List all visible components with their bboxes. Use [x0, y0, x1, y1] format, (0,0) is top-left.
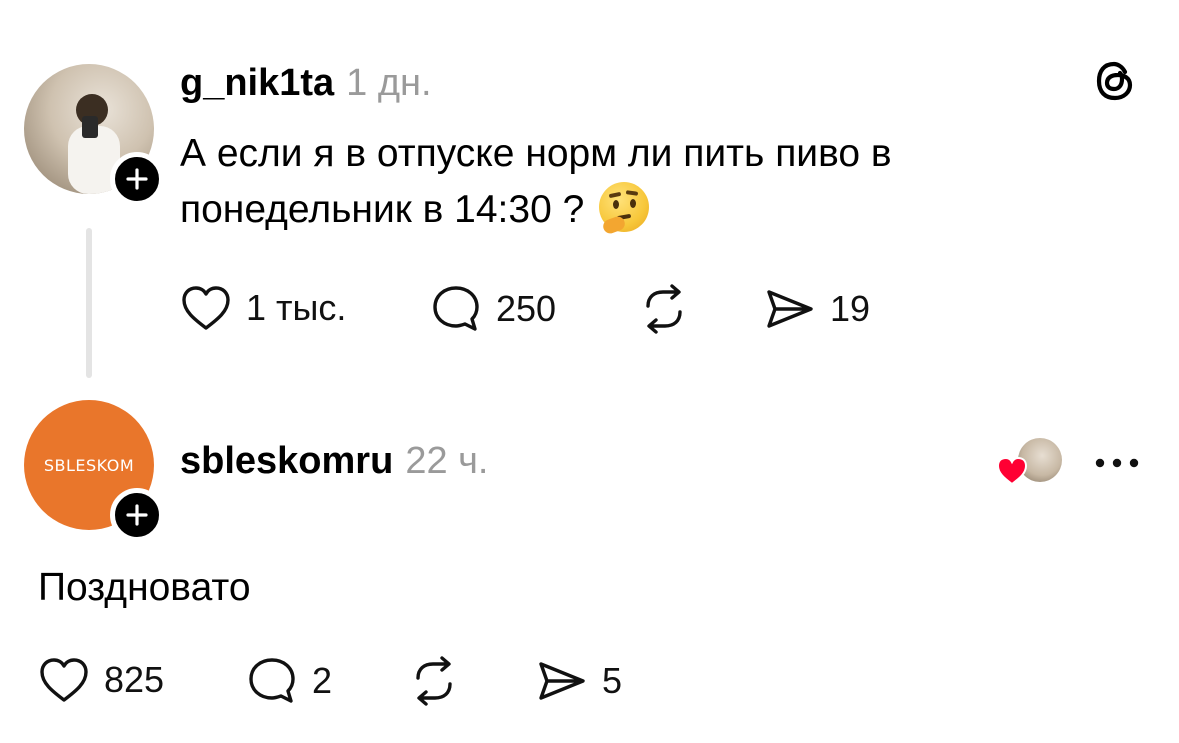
reply-like-button[interactable]: 825 [38, 656, 164, 704]
repost-icon [416, 656, 452, 706]
more-icon [1095, 458, 1139, 468]
heart-icon [40, 658, 88, 702]
reply-follow-plus-button[interactable] [110, 488, 164, 542]
brand-logo: SBLESKOM [43, 455, 135, 475]
heart-icon [182, 286, 230, 330]
share-icon [767, 290, 813, 328]
post-text-line-2-content: понедельник в 14:30 ? [180, 188, 585, 231]
reply-text: Поздновато [38, 566, 251, 609]
thread-line [86, 228, 92, 378]
reply-share-count: 5 [602, 660, 623, 701]
thinking-face-icon [599, 182, 650, 236]
like-button[interactable]: 1 тыс. [180, 284, 346, 332]
repost-button[interactable] [638, 284, 690, 334]
comment-count: 250 [496, 288, 557, 329]
reply-comment-button[interactable]: 2 [246, 656, 332, 706]
plus-icon [126, 168, 148, 190]
reply-username[interactable]: sbleskomru [180, 440, 393, 482]
more-options-button[interactable] [1094, 456, 1140, 470]
reply-comment-count: 2 [312, 660, 333, 701]
post-text: А если я в отпуске норм ли пить пиво в п… [180, 126, 1060, 238]
plus-icon [126, 504, 148, 526]
comment-icon [433, 286, 479, 331]
liked-by-author-indicator[interactable] [996, 438, 1066, 488]
share-count: 19 [830, 288, 871, 329]
like-count: 1 тыс. [246, 287, 347, 328]
post-time: 1 дн. [346, 62, 432, 104]
post-header: g_nik1ta 1 дн. [180, 62, 432, 105]
comment-icon [249, 658, 295, 703]
reply-like-count: 825 [104, 659, 165, 700]
share-button[interactable]: 19 [764, 284, 870, 334]
reply-share-button[interactable]: 5 [536, 656, 622, 706]
comment-button[interactable]: 250 [430, 284, 556, 334]
post-text-line-2: понедельник в 14:30 ? [180, 182, 1060, 238]
heart-filled-icon [996, 456, 1028, 486]
post-text-line-1: А если я в отпуске норм ли пить пиво в [180, 132, 892, 175]
reply-header: sbleskomru 22 ч. [180, 440, 489, 483]
threads-logo-icon[interactable] [1092, 58, 1138, 104]
reply-repost-button[interactable] [408, 656, 460, 706]
post-username[interactable]: g_nik1ta [180, 62, 334, 104]
reply-time: 22 ч. [405, 440, 489, 482]
follow-plus-button[interactable] [110, 152, 164, 206]
repost-icon [646, 284, 682, 334]
share-icon [539, 662, 585, 700]
